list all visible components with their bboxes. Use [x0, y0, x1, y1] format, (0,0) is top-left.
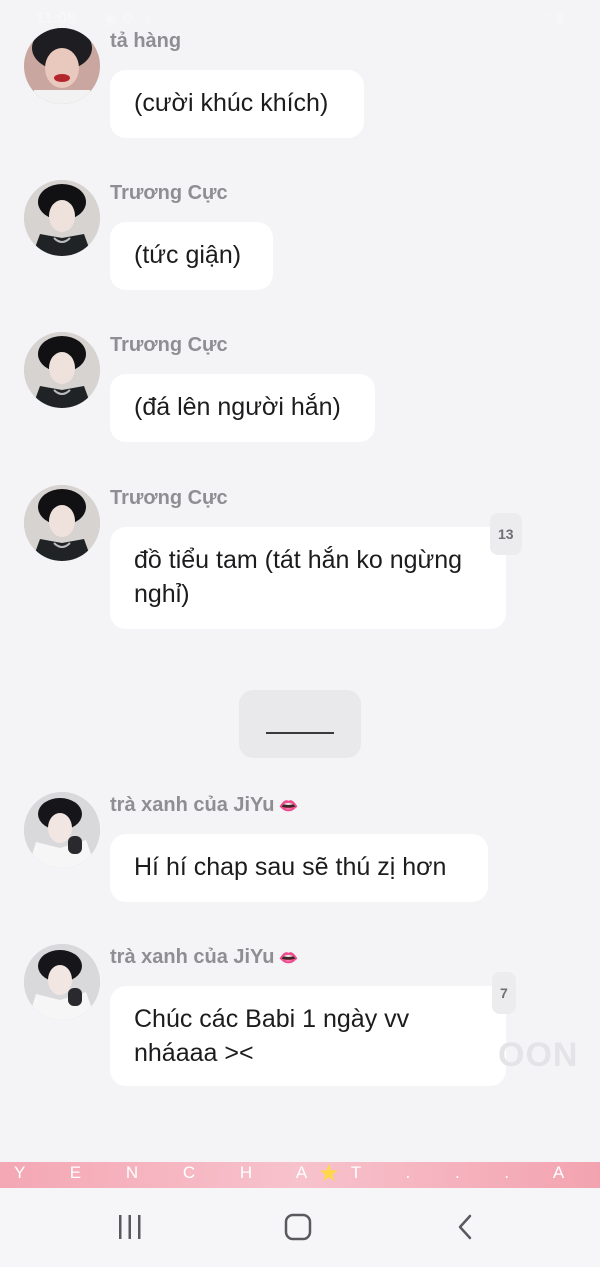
star-icon: ★ [318, 1162, 340, 1187]
avatar[interactable] [24, 485, 100, 561]
message-text: đồ tiểu tam (tát hắn ko ngừng nghỉ) [134, 546, 463, 608]
navigation-bar [0, 1188, 600, 1267]
message-bubble[interactable]: (đá lên người hắn) [110, 374, 375, 442]
message-bubble[interactable]: (tức giận) [110, 222, 273, 290]
message-bubble[interactable]: Chúc các Babi 1 ngày vv nháaaa >< 7 [110, 972, 516, 1086]
sender-name: Trương Cực [110, 182, 228, 204]
reaction-count-badge[interactable]: 7 [492, 972, 516, 1014]
status-icons-right: ◠ ▮ [542, 10, 564, 27]
sender-name: Trương Cực [110, 334, 228, 356]
message-text: (cười khúc khích) [134, 89, 329, 117]
message-text: (đá lên người hắn) [134, 393, 341, 421]
sender-name: trà xanh của JiYu 👄 [110, 946, 298, 969]
separator-line [266, 732, 334, 734]
sender-name: Trương Cực [110, 487, 228, 509]
lips-emoji-icon: 👄 [278, 950, 299, 967]
home-icon [284, 1213, 312, 1241]
message-icon: ▭ [137, 10, 151, 26]
banner-text: Y E N C H A T . . . A M P H A [14, 1163, 600, 1182]
message-bubble[interactable]: đồ tiểu tam (tát hắn ko ngừng nghỉ) 13 [110, 513, 522, 629]
message-text: Hí hí chap sau sẽ thú zị hơn [134, 853, 447, 881]
promo-banner[interactable]: Y E N C H A T . . . A M P H A ★ [0, 1162, 600, 1188]
battery-icon: ▮ [556, 10, 564, 26]
status-icons-left: ▣ ⚙ ▭ [104, 10, 151, 27]
message-bubble[interactable]: (cười khúc khích) [110, 70, 364, 138]
wifi-icon: ◠ [541, 10, 553, 26]
settings-icon: ⚙ [121, 10, 134, 26]
avatar[interactable] [24, 792, 100, 868]
lips-emoji-icon: 👄 [278, 798, 299, 815]
status-time: 11:08 [36, 10, 77, 27]
sender-name: trà xanh của JiYu 👄 [110, 794, 298, 817]
home-button[interactable] [248, 1188, 348, 1267]
back-button[interactable] [416, 1188, 516, 1267]
sender-name-text: trà xanh của JiYu [110, 794, 275, 816]
sender-name-text: trà xanh của JiYu [110, 946, 275, 968]
message-bubble[interactable]: Hí hí chap sau sẽ thú zị hơn [110, 834, 488, 902]
avatar[interactable] [24, 180, 100, 256]
chapter-separator [239, 690, 361, 758]
recents-icon [119, 1215, 141, 1239]
status-bar: 11:08 ▣ ⚙ ▭ ◠ ▮ [0, 0, 600, 30]
sender-name: tả hàng [110, 30, 182, 52]
reaction-count-badge[interactable]: 13 [490, 513, 522, 555]
message-text: (tức giận) [134, 241, 242, 269]
gallery-icon: ▣ [104, 10, 118, 26]
back-icon [458, 1214, 472, 1240]
avatar[interactable] [24, 28, 100, 104]
message-text: Chúc các Babi 1 ngày vv nháaaa >< [134, 1005, 410, 1067]
avatar[interactable] [24, 944, 100, 1020]
watermark: OON [498, 1036, 579, 1074]
recents-button[interactable] [80, 1188, 180, 1267]
avatar[interactable] [24, 332, 100, 408]
